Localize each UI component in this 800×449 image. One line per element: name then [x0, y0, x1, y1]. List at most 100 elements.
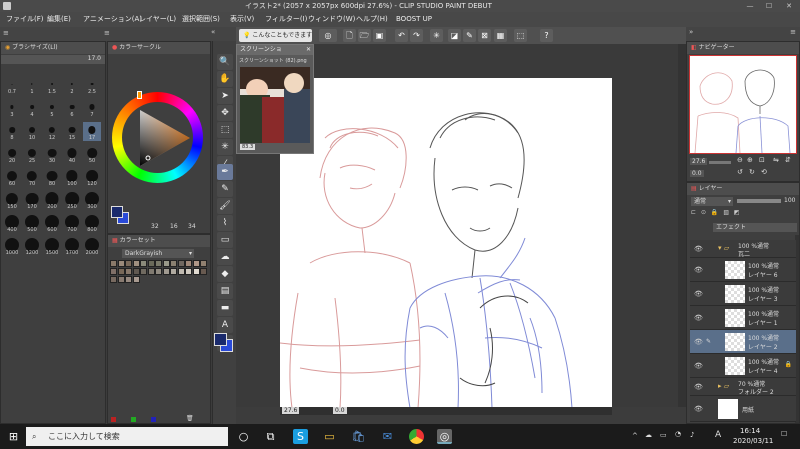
color-swatch[interactable] [125, 260, 132, 267]
panel-menu-icon[interactable]: ≡ [104, 29, 110, 37]
color-swatch[interactable] [162, 260, 170, 267]
navigator-preview[interactable] [689, 55, 797, 154]
color-swatch[interactable] [132, 268, 140, 275]
color-swatch[interactable] [200, 268, 207, 275]
brush-size-option[interactable]: 2.5 [83, 76, 101, 95]
delete-color-icon[interactable]: 🗑 [186, 415, 194, 422]
zoom-out-icon[interactable]: ⊖ [737, 156, 743, 164]
operation-tool-icon[interactable]: ➤ [217, 88, 233, 104]
menu-selection[interactable]: 選択範囲(S) [182, 12, 220, 27]
taskbar-search[interactable]: ⌕ ここに入力して検索 [26, 427, 228, 446]
eye-icon[interactable]: 👁 [694, 245, 703, 253]
layer-row[interactable]: 👁 100 %通常 レイヤー 1 [690, 306, 796, 330]
brush-size-option[interactable]: 1500 [43, 237, 61, 256]
pen-tool-icon[interactable]: ✒ [217, 164, 233, 180]
redo-icon[interactable]: ↷ [410, 29, 423, 42]
main-color-swatch[interactable] [111, 206, 123, 218]
brush-size-option[interactable]: 30 [43, 145, 61, 164]
skype-icon[interactable]: S [293, 429, 308, 444]
canvas-angle-value[interactable]: 0.0 [333, 407, 347, 414]
hand-tool-icon[interactable]: ✋ [217, 71, 233, 87]
panel-menu-icon[interactable]: ≡ [3, 29, 9, 37]
add-color-icon[interactable] [151, 417, 156, 422]
blend-tool-icon[interactable]: ☁ [217, 249, 233, 265]
ask-button[interactable]: 💡 こんなこともできます [239, 29, 312, 42]
layer-row[interactable]: 👁 100 %通常 レイヤー 6 [690, 258, 796, 282]
mask-icon[interactable]: ◩ [734, 209, 740, 216]
clip-studio-taskbar-icon[interactable]: ◎ [437, 429, 452, 444]
brush-size-option[interactable]: 600 [43, 214, 61, 233]
tool-color-indicator[interactable] [214, 333, 234, 353]
brush-size-option[interactable]: 500 [23, 214, 41, 233]
color-swatch[interactable] [147, 268, 155, 275]
eye-icon[interactable]: 👁 [694, 290, 703, 298]
flip-vertical-icon[interactable]: ⇵ [785, 156, 791, 164]
brush-size-option[interactable]: 2 [63, 76, 81, 95]
eye-icon[interactable]: 👁 [694, 266, 703, 274]
eye-icon[interactable]: 👁 [694, 383, 703, 391]
sub-view-close-icon[interactable]: ✕ [306, 45, 311, 55]
brush-size-option[interactable]: 300 [83, 191, 101, 210]
navigator-angle[interactable]: 0.0 [690, 170, 704, 177]
lock-icon[interactable]: 🔒 [711, 209, 718, 216]
move-layer-tool-icon[interactable]: ✥ [217, 105, 233, 121]
clock-date[interactable]: 2020/03/11 [733, 437, 773, 445]
lock-icon[interactable]: 🔒 [785, 361, 792, 368]
color-swatch[interactable] [192, 268, 200, 275]
color-swatch[interactable] [200, 260, 207, 267]
color-swatch[interactable] [185, 260, 192, 267]
brush-size-option[interactable]: 8 [3, 122, 21, 141]
brush-size-option[interactable]: 17 [83, 122, 101, 141]
ruler-icon[interactable]: ⬚ [514, 29, 527, 42]
color-swatch[interactable] [110, 276, 117, 283]
brush-size-option[interactable]: 6 [63, 99, 81, 118]
color-swatch[interactable] [117, 260, 125, 267]
pencil-tool-icon[interactable]: ✎ [217, 181, 233, 197]
maximize-button[interactable]: ☐ [760, 0, 778, 12]
brush-size-option[interactable]: 25 [23, 145, 41, 164]
opacity-slider[interactable] [737, 199, 781, 203]
navigator-zoom[interactable]: 27.6 [690, 158, 708, 165]
brush-size-option[interactable]: 1 [23, 76, 41, 95]
brush-size-option[interactable]: 2000 [83, 237, 101, 256]
menu-file[interactable]: ファイル(F) [6, 12, 44, 27]
menu-window[interactable]: ウィンドウ(W) [308, 12, 355, 27]
layer-row[interactable]: 👁 ▸ ▱ 70 %通常 フォルダー 2 [690, 378, 796, 396]
sub-view-zoom[interactable]: 83.3 [240, 144, 256, 150]
eye-icon[interactable]: 👁 [694, 338, 703, 346]
color-swatch[interactable] [132, 260, 140, 267]
brush-size-option[interactable]: 4 [23, 99, 41, 118]
color-swatch[interactable] [147, 260, 155, 267]
eye-icon[interactable]: 👁 [694, 362, 703, 370]
brush-size-option[interactable]: 60 [3, 168, 21, 187]
brush-size-option[interactable]: 3 [3, 99, 21, 118]
minimize-button[interactable]: — [741, 0, 759, 12]
color-swatch[interactable] [140, 268, 147, 275]
new-file-icon[interactable]: 🗋 [343, 29, 356, 42]
sub-view-window[interactable]: スクリーンショ ✕ スクリーンショット (82).png 83.3 [236, 44, 314, 154]
brush-size-option[interactable]: 12 [43, 122, 61, 141]
brush-size-option[interactable]: 1700 [63, 237, 81, 256]
menu-filter[interactable]: フィルター(I) [265, 12, 307, 27]
brush-size-option[interactable]: 200 [43, 191, 61, 210]
color-swatch[interactable] [110, 268, 117, 275]
color-swatch[interactable] [170, 268, 177, 275]
snap-icon[interactable]: ▦ [494, 29, 507, 42]
color-swatch[interactable] [110, 260, 117, 267]
fill-tool-icon[interactable]: ◆ [217, 266, 233, 282]
brush-size-option[interactable]: 40 [63, 145, 81, 164]
undo-icon[interactable]: ↶ [395, 29, 408, 42]
layer-row[interactable]: 👁 100 %通常 レイヤー 4 🔒 [690, 354, 796, 378]
brush-size-option[interactable]: 700 [63, 214, 81, 233]
close-button[interactable]: ✕ [780, 0, 798, 12]
lock-transparency-icon[interactable]: ▧ [723, 209, 729, 216]
figure-tool-icon[interactable]: ▬ [217, 300, 233, 316]
store-icon[interactable]: 🛍 [351, 429, 366, 444]
color-swatch[interactable] [192, 260, 200, 267]
color-swatch[interactable] [140, 260, 147, 267]
color-swatch[interactable] [155, 268, 162, 275]
help-icon[interactable]: ? [540, 29, 553, 42]
brush-size-option[interactable]: 15 [63, 122, 81, 141]
color-swatch[interactable] [177, 268, 185, 275]
color-swatch[interactable] [117, 276, 125, 283]
